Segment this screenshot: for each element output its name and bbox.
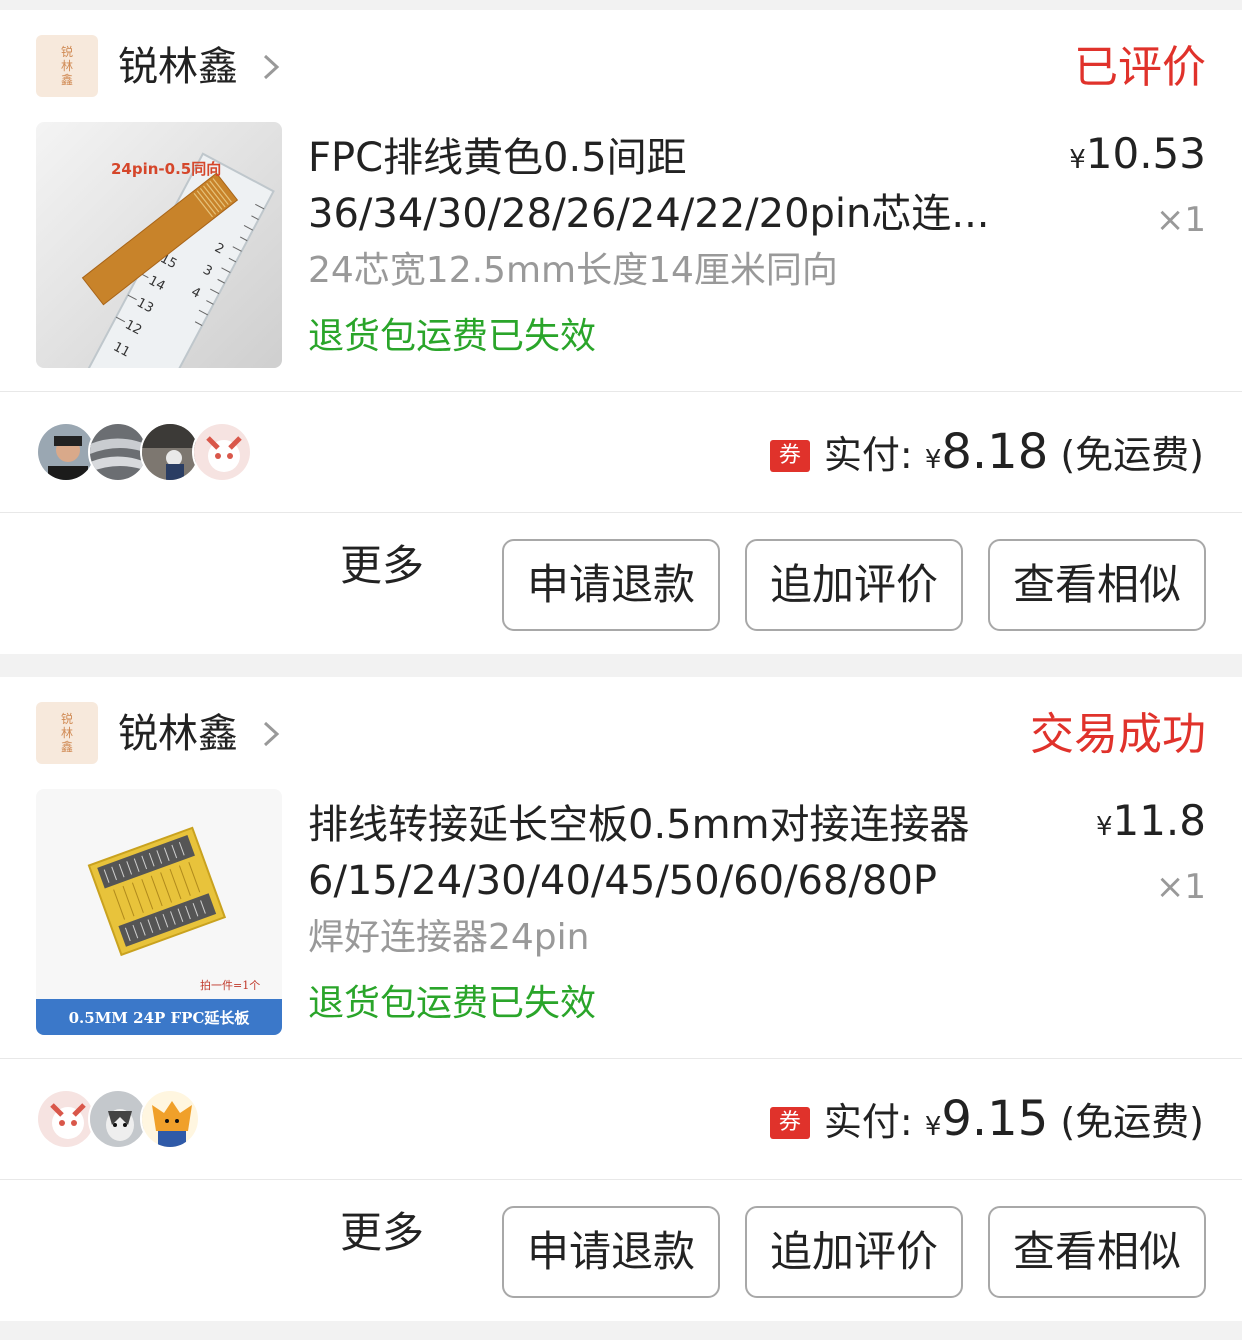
more-button[interactable]: 更多	[340, 539, 424, 593]
shop-header[interactable]: 锐林鑫 锐林鑫 交易成功	[0, 677, 1242, 789]
actual-payment: 券实付: ¥9.15 (免运费)	[769, 1091, 1204, 1155]
add-review-button[interactable]: 追加评价	[745, 1206, 963, 1298]
chevron-right-icon[interactable]	[262, 52, 280, 82]
product-image-label: 0.5MM 24P FPC延长板	[69, 1009, 251, 1027]
product-title[interactable]: 排线转接延长空板0.5mm对接连接器6/15/24/30/40/45/50/60…	[308, 797, 1008, 909]
shop-name[interactable]: 锐林鑫	[118, 709, 238, 759]
payment-row: 券实付: ¥8.18 (免运费)	[0, 392, 1242, 512]
payment-amount: 9.15	[941, 1091, 1049, 1147]
avatar[interactable]	[88, 1089, 148, 1149]
product-item[interactable]: 15 14 13 12 11 2 3 4 24pin-0.5同向 FPC排线黄色…	[0, 122, 1242, 390]
action-row: 更多 申请退款 追加评价 查看相似	[0, 1180, 1242, 1310]
order-card: 锐林鑫 锐林鑫 已评价 15 14 13 12 11 2 3 4 24pin-0…	[0, 10, 1242, 654]
refund-button[interactable]: 申请退款	[502, 1206, 720, 1298]
price-value: 10.53	[1085, 129, 1206, 178]
order-status: 已评价	[1074, 42, 1206, 93]
payment-label: 实付:	[823, 1100, 913, 1144]
product-image[interactable]: 拍一件=1个 0.5MM 24P FPC延长板	[36, 789, 282, 1035]
view-similar-button[interactable]: 查看相似	[988, 539, 1206, 631]
product-image-label: 24pin-0.5同向	[111, 160, 221, 178]
add-review-button[interactable]: 追加评价	[745, 539, 963, 631]
product-sku: 24芯宽12.5mm长度14厘米同向	[308, 250, 838, 291]
avatar[interactable]	[192, 422, 252, 482]
order-status: 交易成功	[1030, 709, 1206, 760]
avatar[interactable]	[88, 422, 148, 482]
avatar[interactable]	[36, 422, 96, 482]
view-similar-button[interactable]: 查看相似	[988, 1206, 1206, 1298]
product-quantity: ×1	[1155, 867, 1206, 907]
shop-header[interactable]: 锐林鑫 锐林鑫 已评价	[0, 10, 1242, 122]
currency-symbol: ¥	[1069, 145, 1086, 175]
currency-symbol: ¥	[924, 445, 942, 475]
chevron-right-icon[interactable]	[262, 719, 280, 749]
product-title[interactable]: FPC排线黄色0.5间距36/34/30/28/26/24/22/20pin芯连…	[308, 130, 1008, 242]
payment-label: 实付:	[823, 433, 913, 477]
shipping-note: (免运费)	[1060, 1100, 1204, 1144]
product-sku: 焊好连接器24pin	[308, 917, 590, 958]
product-price: ¥11.8	[1096, 793, 1206, 855]
shop-logo[interactable]: 锐林鑫	[36, 35, 98, 97]
order-card: 锐林鑫 锐林鑫 交易成功 拍一件=1个 0.5MM 24P FPC延长板 排线转…	[0, 677, 1242, 1321]
shipping-note: (免运费)	[1060, 433, 1204, 477]
avatar[interactable]	[140, 1089, 200, 1149]
payment-row: 券实付: ¥9.15 (免运费)	[0, 1059, 1242, 1179]
actual-payment: 券实付: ¥8.18 (免运费)	[769, 424, 1204, 488]
refund-button[interactable]: 申请退款	[502, 539, 720, 631]
product-quantity: ×1	[1155, 200, 1206, 240]
return-note: 退货包运费已失效	[308, 316, 597, 357]
avatar[interactable]	[140, 422, 200, 482]
coupon-badge: 券	[769, 1107, 810, 1139]
product-price: ¥10.53	[1069, 126, 1206, 188]
shop-logo[interactable]: 锐林鑫	[36, 702, 98, 764]
shop-name[interactable]: 锐林鑫	[118, 42, 238, 92]
product-image-note: 拍一件=1个	[200, 978, 260, 992]
action-row: 更多 申请退款 追加评价 查看相似	[0, 513, 1242, 643]
price-value: 11.8	[1112, 796, 1206, 845]
product-item[interactable]: 拍一件=1个 0.5MM 24P FPC延长板 排线转接延长空板0.5mm对接连…	[0, 789, 1242, 1057]
product-image[interactable]: 15 14 13 12 11 2 3 4 24pin-0.5同向	[36, 122, 282, 368]
avatar[interactable]	[36, 1089, 96, 1149]
payment-amount: 8.18	[941, 424, 1049, 480]
currency-symbol: ¥	[924, 1112, 942, 1142]
more-button[interactable]: 更多	[340, 1206, 424, 1260]
currency-symbol: ¥	[1095, 812, 1113, 842]
coupon-badge: 券	[769, 440, 810, 472]
return-note: 退货包运费已失效	[308, 983, 597, 1024]
